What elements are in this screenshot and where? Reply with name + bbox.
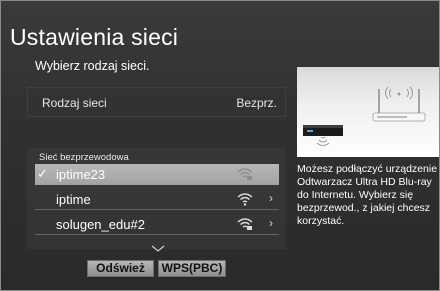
chevron-right-icon: › [269,216,273,230]
wifi-lock-icon [237,217,253,236]
network-item-iptime[interactable]: iptime › [35,189,279,210]
network-type-value: Bezprz. [236,96,277,110]
network-name: iptime23 [56,167,106,182]
blu-ray-player-icon [303,125,343,146]
router-icon [372,86,426,122]
info-line: do Internetu. Wybierz się [297,189,414,201]
scroll-down-chevron-icon[interactable] [151,240,165,258]
wps-pbc-button[interactable]: WPS(PBC) [158,260,226,277]
network-item-solugen[interactable]: solugen_edu#2 › [35,214,279,235]
wifi-lock-icon [237,167,253,186]
info-line: Możesz podłączyć urządzenie [297,163,438,175]
wifi-icon [237,192,253,211]
checkmark-icon: ✓ [37,166,48,181]
wireless-list-header: Sieć bezprzewodowa [39,152,129,163]
page-subtitle: Wybierz rodzaj sieci. [35,59,150,73]
info-description: Możesz podłączyć urządzenie Odtwarzacz U… [297,163,439,228]
network-settings-screen: Ustawienia sieci Wybierz rodzaj sieci. R… [0,0,440,291]
info-line: korzystać. [297,215,345,227]
network-item-iptime23[interactable]: ✓ iptime23 [35,164,279,185]
connection-illustration [297,67,439,157]
network-name: iptime [56,192,91,207]
network-type-selector[interactable]: Rodzaj sieci Bezprz. [27,87,286,117]
page-title: Ustawienia sieci [10,24,179,50]
info-line: bezprzewod., z jakiej chcesz [297,202,431,214]
network-type-label: Rodzaj sieci [42,96,107,110]
network-name: solugen_edu#2 [56,217,145,232]
chevron-right-icon: › [269,191,273,205]
info-line: Odtwarzacz Ultra HD Blu-ray [297,176,432,188]
refresh-button[interactable]: Odśwież [87,260,154,277]
